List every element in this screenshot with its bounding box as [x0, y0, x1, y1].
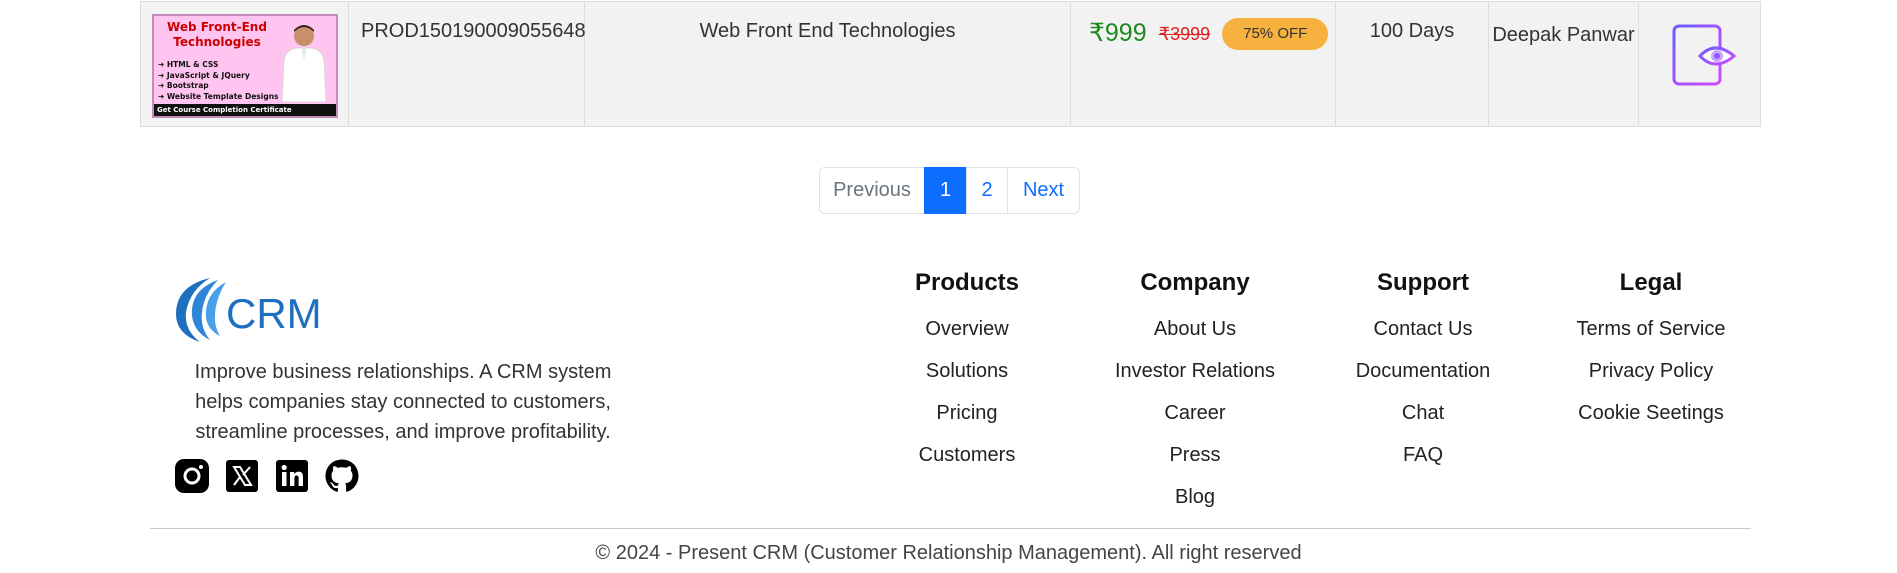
footer-link-cookie-settings[interactable]: Cookie Seetings [1561, 392, 1741, 434]
course-duration: 100 Days [1336, 2, 1489, 126]
footer-heading-legal: Legal [1619, 269, 1683, 296]
thumbnail-footer: Get Course Completion Certificate [154, 104, 336, 116]
product-thumbnail: Web Front-End Technologies ➜ HTML & CSS … [152, 14, 338, 118]
footer-link-press[interactable]: Press [1095, 434, 1295, 476]
view-details-icon[interactable] [1668, 22, 1738, 88]
footer-column-company: Company About Us Investor Relations Care… [1095, 268, 1295, 518]
product-id: PROD150190009055648 [349, 2, 586, 126]
footer-heading-products: Products [914, 269, 1019, 296]
thumbnail-topic: ➜ JavaScript & JQuery [158, 70, 250, 80]
linkedin-icon[interactable] [274, 458, 310, 494]
social-links [174, 458, 360, 494]
footer-description: Improve business relationships. A CRM sy… [194, 361, 612, 443]
footer-column-legal: Legal Terms of Service Privacy Policy Co… [1561, 268, 1741, 434]
copyright-text: © 2024 - Present CRM (Customer Relations… [595, 542, 1302, 564]
next-page-button[interactable]: Next [1007, 167, 1080, 214]
pagination: Previous 1 2 Next [819, 167, 1080, 214]
footer-link-pricing[interactable]: Pricing [897, 392, 1037, 434]
footer-link-investor-relations[interactable]: Investor Relations [1095, 350, 1295, 392]
instagram-icon[interactable] [174, 458, 210, 494]
x-twitter-icon[interactable] [224, 458, 260, 494]
action-cell [1639, 2, 1760, 126]
footer-link-solutions[interactable]: Solutions [897, 350, 1037, 392]
footer-column-support: Support Contact Us Documentation Chat FA… [1343, 268, 1503, 476]
previous-page-button[interactable]: Previous [819, 167, 925, 214]
instructor-photo [281, 25, 327, 102]
thumbnail-topic: ➜ Website Template Designs [158, 91, 279, 101]
footer-heading-support: Support [1377, 269, 1469, 296]
thumbnail-topic: ➜ Bootstrap [158, 81, 209, 90]
product-image-cell: Web Front-End Technologies ➜ HTML & CSS … [141, 2, 349, 126]
page-2-button[interactable]: 2 [966, 167, 1008, 214]
footer-column-products: Products Overview Solutions Pricing Cust… [897, 268, 1037, 476]
crm-logo[interactable]: CRM [170, 270, 335, 346]
footer-heading-company: Company [1140, 269, 1250, 296]
logo-text: CRM [226, 290, 322, 337]
thumbnail-title: Web Front-End Technologies [167, 20, 267, 49]
thumbnail-topics: ➜ HTML & CSS ➜ JavaScript & JQuery ➜ Boo… [158, 60, 279, 102]
footer-link-contact-us[interactable]: Contact Us [1343, 308, 1503, 350]
footer-link-overview[interactable]: Overview [897, 308, 1037, 350]
footer-link-career[interactable]: Career [1095, 392, 1295, 434]
footer-link-chat[interactable]: Chat [1343, 392, 1503, 434]
current-price: ₹999 [1089, 19, 1147, 47]
github-icon[interactable] [324, 458, 360, 494]
original-price: ₹3999 [1158, 24, 1211, 44]
page-1-button[interactable]: 1 [924, 167, 967, 214]
price-cell: ₹999 ₹3999 75% OFF [1071, 2, 1336, 126]
footer-link-faq[interactable]: FAQ [1343, 434, 1503, 476]
footer-link-blog[interactable]: Blog [1095, 476, 1295, 518]
footer-link-terms[interactable]: Terms of Service [1561, 308, 1741, 350]
footer-divider [150, 528, 1751, 529]
table-row: Web Front-End Technologies ➜ HTML & CSS … [140, 1, 1761, 127]
instructor-name: Deepak Panwar [1489, 2, 1639, 126]
discount-badge: 75% OFF [1222, 18, 1329, 50]
footer-link-about-us[interactable]: About Us [1095, 308, 1295, 350]
product-name: Web Front End Technologies [585, 2, 1071, 126]
footer-link-customers[interactable]: Customers [897, 434, 1037, 476]
footer-link-documentation[interactable]: Documentation [1343, 350, 1503, 392]
thumbnail-topic: ➜ HTML & CSS [158, 60, 219, 69]
footer-link-privacy[interactable]: Privacy Policy [1561, 350, 1741, 392]
